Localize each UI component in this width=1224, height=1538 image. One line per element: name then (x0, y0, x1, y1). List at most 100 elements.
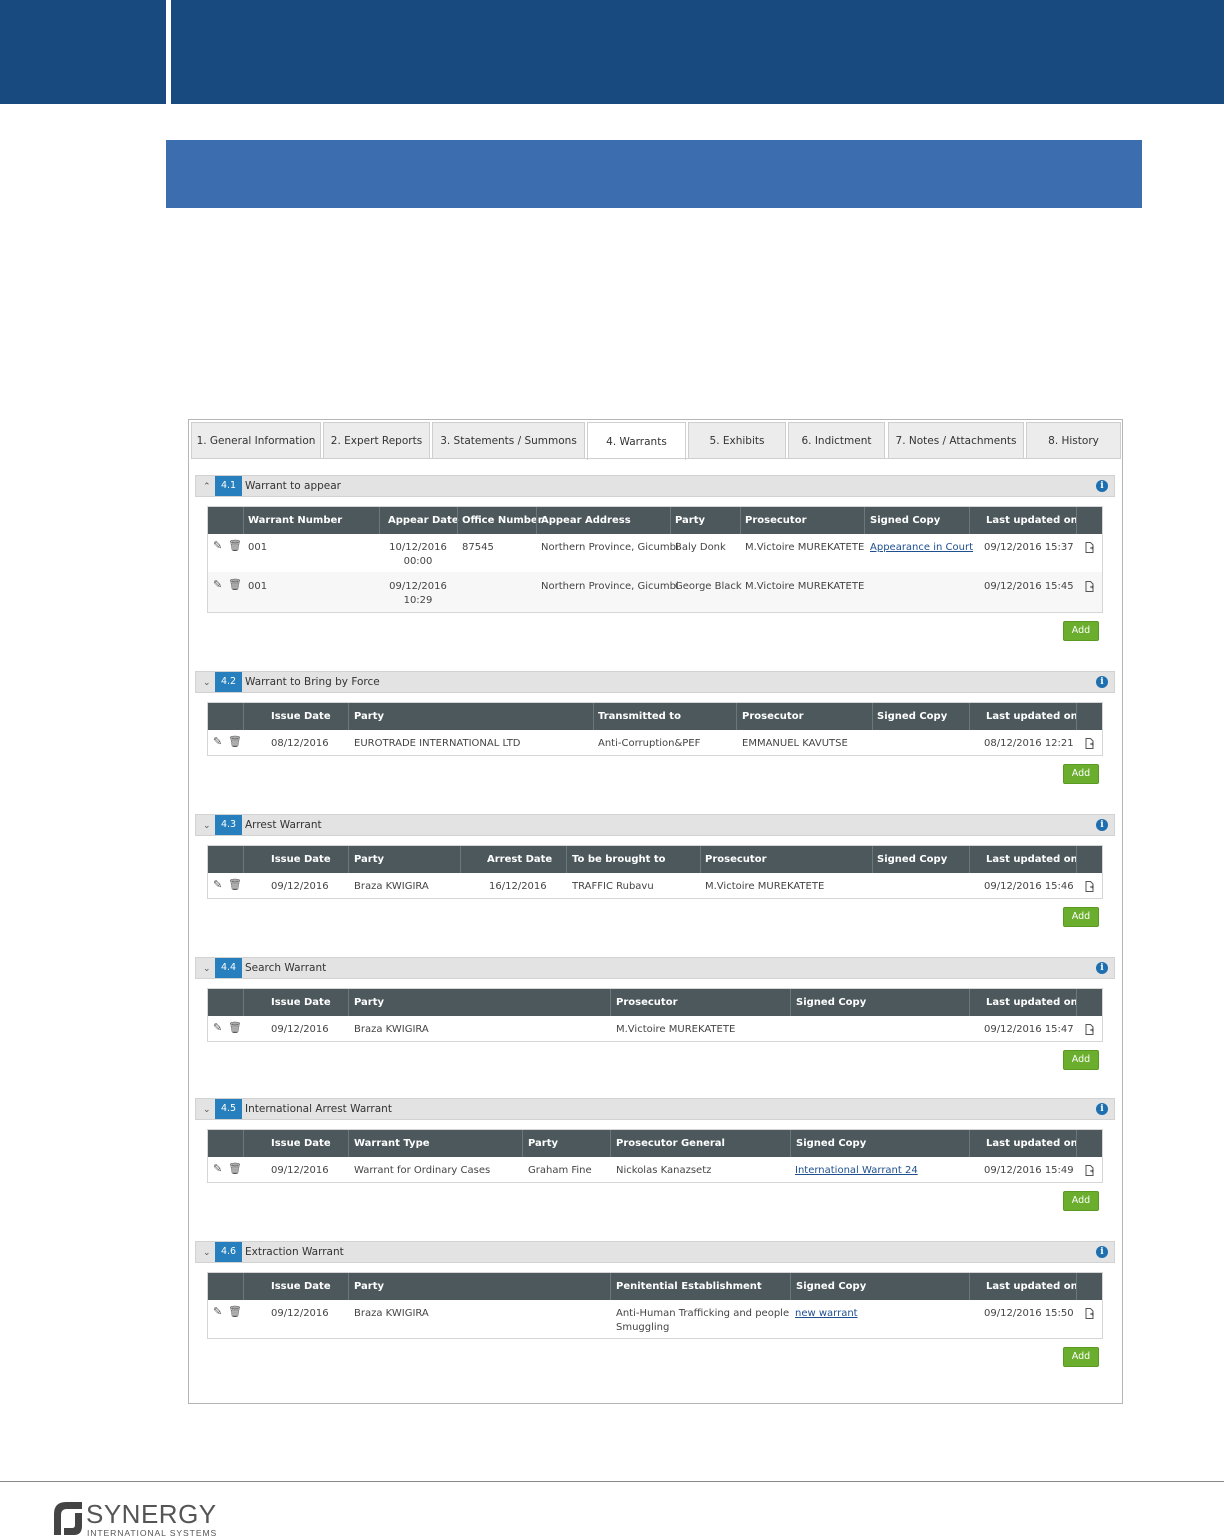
col-warrant-type[interactable]: Warrant Type (354, 1130, 430, 1157)
document-export-icon[interactable] (1085, 738, 1094, 749)
col-last-updated[interactable]: Last updated on (986, 1273, 1078, 1300)
col-office-number[interactable]: Office Number (462, 507, 543, 534)
cell-party: Baly Donk (675, 542, 726, 553)
cell-appear-time: 10:29 (403, 595, 433, 606)
tab-notes-attachments[interactable]: 7. Notes / Attachments (888, 422, 1024, 459)
col-signed-copy[interactable]: Signed Copy (796, 1130, 866, 1157)
edit-icon[interactable]: ✎ (213, 879, 222, 891)
col-last-updated[interactable]: Last updated on (986, 703, 1078, 730)
section-header[interactable]: ⌃ 4.1 Warrant to appear i (195, 475, 1115, 497)
cell-warrant-number: 001 (248, 581, 268, 592)
edit-icon[interactable]: ✎ (213, 579, 222, 591)
col-arrest-date[interactable]: Arrest Date (487, 846, 552, 873)
col-party[interactable]: Party (528, 1130, 558, 1157)
col-warrant-number[interactable]: Warrant Number (248, 507, 342, 534)
delete-icon[interactable]: 🗑 (228, 1163, 242, 1175)
tab-statements-summons[interactable]: 3. Statements / Summons (432, 422, 585, 459)
col-last-updated[interactable]: Last updated on (986, 1130, 1078, 1157)
document-export-icon[interactable] (1085, 1165, 1094, 1176)
edit-icon[interactable]: ✎ (213, 1163, 222, 1175)
edit-icon[interactable]: ✎ (213, 1022, 222, 1034)
info-icon[interactable]: i (1096, 676, 1108, 688)
delete-icon[interactable]: 🗑 (228, 1306, 242, 1318)
col-last-updated[interactable]: Last updated on (986, 846, 1078, 873)
section-header[interactable]: ⌄ 4.4 Search Warrant i (195, 957, 1115, 979)
section-number: 4.3 (215, 815, 242, 835)
delete-icon[interactable]: 🗑 (228, 540, 242, 552)
delete-icon[interactable]: 🗑 (228, 736, 242, 748)
info-icon[interactable]: i (1096, 962, 1108, 974)
tab-warrants[interactable]: 4. Warrants (587, 422, 686, 460)
tab-general-information[interactable]: 1. General Information (191, 422, 321, 459)
info-icon[interactable]: i (1096, 1246, 1108, 1258)
col-prosecutor-general[interactable]: Prosecutor General (616, 1130, 725, 1157)
tab-indictment[interactable]: 6. Indictment (788, 422, 885, 459)
col-party[interactable]: Party (354, 1273, 384, 1300)
add-button[interactable]: Add (1063, 1050, 1099, 1070)
col-penitential-establishment[interactable]: Penitential Establishment (616, 1273, 762, 1300)
delete-icon[interactable]: 🗑 (228, 579, 242, 591)
expand-chevron-icon[interactable]: ⌄ (203, 818, 211, 832)
info-icon[interactable]: i (1096, 819, 1108, 831)
signed-copy-link[interactable]: new warrant (795, 1307, 858, 1320)
tab-expert-reports[interactable]: 2. Expert Reports (323, 422, 430, 459)
tab-history[interactable]: 8. History (1026, 422, 1121, 459)
edit-icon[interactable]: ✎ (213, 1306, 222, 1318)
edit-icon[interactable]: ✎ (213, 540, 222, 552)
expand-chevron-icon[interactable]: ⌄ (203, 675, 211, 689)
section-header[interactable]: ⌄ 4.2 Warrant to Bring by Force i (195, 671, 1115, 693)
document-export-icon[interactable] (1085, 581, 1094, 592)
col-signed-copy[interactable]: Signed Copy (796, 989, 866, 1016)
col-to-be-brought-to[interactable]: To be brought to (572, 846, 666, 873)
col-prosecutor[interactable]: Prosecutor (705, 846, 767, 873)
edit-icon[interactable]: ✎ (213, 736, 222, 748)
col-issue-date[interactable]: Issue Date (271, 703, 331, 730)
col-issue-date[interactable]: Issue Date (271, 1273, 331, 1300)
col-party[interactable]: Party (354, 703, 384, 730)
add-button[interactable]: Add (1063, 907, 1099, 927)
signed-copy-link[interactable]: International Warrant 24 (795, 1164, 918, 1177)
col-issue-date[interactable]: Issue Date (271, 989, 331, 1016)
col-party[interactable]: Party (354, 846, 384, 873)
document-header-bar (0, 0, 166, 104)
tab-exhibits[interactable]: 5. Exhibits (688, 422, 786, 459)
col-appear-date[interactable]: Appear Date (388, 507, 459, 534)
tab-underline (191, 458, 1120, 459)
col-party[interactable]: Party (354, 989, 384, 1016)
document-export-icon[interactable] (1085, 1024, 1094, 1035)
add-button[interactable]: Add (1063, 621, 1099, 641)
add-button[interactable]: Add (1063, 764, 1099, 784)
col-signed-copy[interactable]: Signed Copy (877, 703, 947, 730)
col-prosecutor[interactable]: Prosecutor (745, 507, 807, 534)
section-header[interactable]: ⌄ 4.3 Arrest Warrant i (195, 814, 1115, 836)
document-export-icon[interactable] (1085, 1308, 1094, 1319)
col-signed-copy[interactable]: Signed Copy (796, 1273, 866, 1300)
cell-prosecutor: EMMANUEL KAVUTSE (742, 738, 848, 749)
col-signed-copy[interactable]: Signed Copy (877, 846, 947, 873)
info-icon[interactable]: i (1096, 480, 1108, 492)
col-last-updated[interactable]: Last updated on (986, 507, 1078, 534)
col-appear-address[interactable]: Appear Address (541, 507, 631, 534)
col-last-updated[interactable]: Last updated on (986, 989, 1078, 1016)
collapse-chevron-icon[interactable]: ⌃ (203, 479, 211, 493)
delete-icon[interactable]: 🗑 (228, 1022, 242, 1034)
col-prosecutor[interactable]: Prosecutor (742, 703, 804, 730)
col-prosecutor[interactable]: Prosecutor (616, 989, 678, 1016)
info-icon[interactable]: i (1096, 1103, 1108, 1115)
delete-icon[interactable]: 🗑 (228, 879, 242, 891)
signed-copy-link[interactable]: Appearance in Court (870, 541, 973, 554)
col-issue-date[interactable]: Issue Date (271, 846, 331, 873)
expand-chevron-icon[interactable]: ⌄ (203, 961, 211, 975)
expand-chevron-icon[interactable]: ⌄ (203, 1245, 211, 1259)
section-header[interactable]: ⌄ 4.6 Extraction Warrant i (195, 1241, 1115, 1263)
section-header[interactable]: ⌄ 4.5 International Arrest Warrant i (195, 1098, 1115, 1120)
document-export-icon[interactable] (1085, 542, 1094, 553)
document-export-icon[interactable] (1085, 881, 1094, 892)
col-transmitted-to[interactable]: Transmitted to (598, 703, 681, 730)
col-issue-date[interactable]: Issue Date (271, 1130, 331, 1157)
add-button[interactable]: Add (1063, 1347, 1099, 1367)
col-party[interactable]: Party (675, 507, 705, 534)
expand-chevron-icon[interactable]: ⌄ (203, 1102, 211, 1116)
add-button[interactable]: Add (1063, 1191, 1099, 1211)
col-signed-copy[interactable]: Signed Copy (870, 507, 940, 534)
